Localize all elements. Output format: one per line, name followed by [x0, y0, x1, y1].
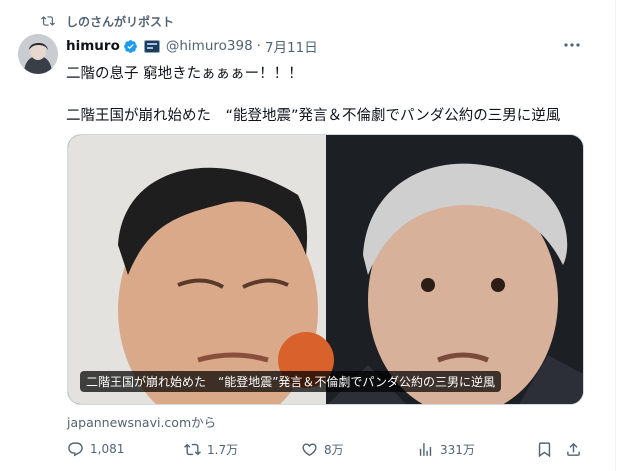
bookmark-button[interactable] — [535, 438, 559, 460]
header-separator: · — [256, 38, 261, 54]
verified-badge-icon — [123, 39, 138, 54]
right-border — [615, 0, 626, 471]
repost-icon — [183, 440, 201, 458]
tweet-header: himuro @himuro398 · 7月11日 — [66, 36, 586, 56]
repost-button[interactable]: 1.7万 — [183, 438, 238, 460]
repost-count: 1.7万 — [207, 442, 239, 457]
analytics-icon — [416, 440, 434, 458]
repost-banner-text: しのさんがリポスト — [66, 14, 175, 29]
tweet-text-line-1: 二階の息子 窮地きたぁぁぁー！！！ — [66, 66, 303, 82]
more-options-icon[interactable] — [562, 36, 582, 54]
share-icon — [564, 440, 582, 458]
card-image — [68, 135, 583, 404]
link-card[interactable]: 二階王国が崩れ始めた “能登地震”発言＆不倫劇でパンダ公約の三男に逆風 — [67, 134, 584, 405]
like-count: 8万 — [324, 442, 344, 457]
view-count: 331万 — [440, 442, 475, 457]
share-button[interactable] — [564, 438, 588, 460]
repost-icon — [40, 13, 56, 29]
repost-banner[interactable]: しのさんがリポスト — [40, 12, 174, 30]
avatar[interactable] — [18, 34, 58, 74]
reply-button[interactable]: 1,081 — [66, 438, 124, 460]
card-caption: 二階王国が崩れ始めた “能登地震”発言＆不倫劇でパンダ公約の三男に逆風 — [80, 371, 502, 392]
affiliate-badge-icon — [143, 39, 160, 53]
action-bar: 1,081 1.7万 8万 331万 — [66, 438, 586, 460]
like-button[interactable]: 8万 — [300, 438, 344, 460]
reply-icon — [66, 440, 84, 458]
bookmark-icon — [535, 440, 553, 458]
heart-icon — [300, 440, 318, 458]
views-button[interactable]: 331万 — [416, 438, 475, 460]
reply-count: 1,081 — [90, 442, 125, 456]
handle[interactable]: @himuro398 — [166, 38, 253, 54]
post-date[interactable]: 7月11日 — [265, 36, 318, 56]
tweet-text-line-2: 二階王国が崩れ始めた “能登地震”発言＆不倫劇でパンダ公約の三男に逆風 — [66, 108, 561, 124]
display-name[interactable]: himuro — [66, 38, 120, 54]
card-source[interactable]: japannewsnavi.comから — [67, 412, 216, 431]
